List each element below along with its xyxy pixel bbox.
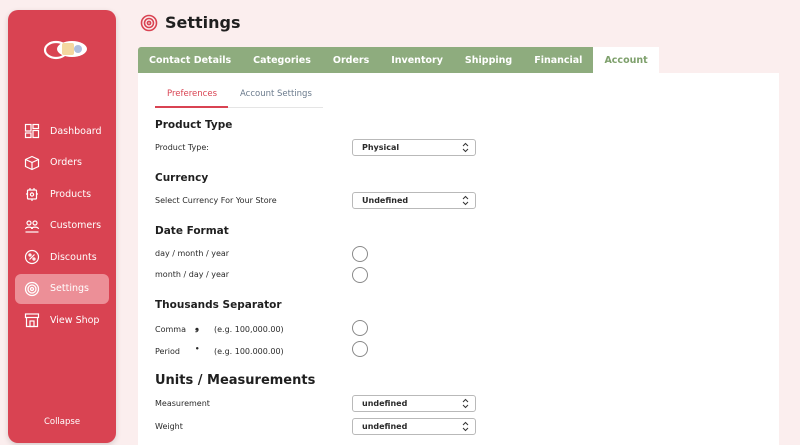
- sidebar-item-orders[interactable]: Orders: [15, 148, 109, 178]
- discount-icon: [24, 249, 40, 265]
- subtab-preferences[interactable]: Preferences: [155, 82, 228, 108]
- separator-example: (e.g. 100,000.00): [214, 325, 284, 334]
- select-value: undefined: [362, 399, 408, 408]
- collapse-button[interactable]: Collapse: [8, 417, 116, 427]
- section-title-currency: Currency: [155, 172, 209, 184]
- tab-inventory[interactable]: Inventory: [380, 47, 454, 73]
- section-title-thousands-separator: Thousands Separator: [155, 299, 282, 311]
- shop-icon: [24, 312, 40, 328]
- page-title: Settings: [140, 13, 241, 32]
- sidebar-item-settings[interactable]: Settings: [15, 273, 109, 304]
- tab-categories[interactable]: Categories: [242, 47, 322, 73]
- separator-period-radio[interactable]: [352, 341, 368, 357]
- select-value: undefined: [362, 422, 408, 431]
- date-format-option-label: day / month / year: [155, 249, 230, 258]
- section-title-product-type: Product Type: [155, 119, 233, 131]
- settings-tabs: Contact Details Categories Orders Invent…: [138, 47, 659, 73]
- chevron-up-down-icon: [462, 142, 469, 153]
- product-type-label: Product Type:: [155, 143, 209, 152]
- tab-financial[interactable]: Financial: [523, 47, 594, 73]
- brand-logo[interactable]: [42, 38, 90, 60]
- subtab-account-settings[interactable]: Account Settings: [228, 82, 323, 108]
- sidebar-item-customers[interactable]: Customers: [15, 211, 109, 241]
- subtabs: Preferences Account Settings: [155, 82, 323, 108]
- period-glyph: •: [195, 345, 200, 353]
- page-title-text: Settings: [165, 13, 241, 32]
- weight-select[interactable]: undefined: [352, 418, 476, 435]
- sidebar: Dashboard Orders Products Customers Disc…: [8, 10, 116, 443]
- chevron-up-down-icon: [462, 421, 469, 432]
- section-title-units: Units / Measurements: [155, 373, 316, 388]
- sidebar-item-label: View Shop: [50, 314, 100, 326]
- currency-label: Select Currency For Your Store: [155, 196, 277, 205]
- tab-shipping[interactable]: Shipping: [453, 47, 524, 73]
- box-icon: [24, 155, 40, 171]
- sidebar-item-label: Customers: [50, 220, 102, 231]
- currency-select[interactable]: Undefined: [352, 192, 476, 209]
- sidebar-item-label: Discounts: [50, 251, 97, 263]
- select-value: Undefined: [362, 196, 409, 205]
- select-value: Physical: [362, 143, 400, 152]
- sidebar-item-discounts[interactable]: Discounts: [15, 242, 109, 272]
- chevron-up-down-icon: [462, 195, 469, 206]
- dashboard-icon: [24, 123, 40, 139]
- date-format-option-label: month / day / year: [155, 270, 230, 279]
- settings-panel: Preferences Account Settings Product Typ…: [138, 73, 779, 445]
- comma-glyph: ❟: [195, 322, 199, 333]
- product-type-select[interactable]: Physical: [352, 139, 476, 156]
- separator-example: (e.g. 100.000.00): [214, 347, 284, 356]
- measurement-select[interactable]: undefined: [352, 395, 476, 412]
- measurement-label: Measurement: [155, 399, 210, 408]
- sidebar-item-label: Dashboard: [50, 125, 102, 137]
- weight-label: Weight: [155, 422, 183, 431]
- separator-option-label: Period: [155, 347, 180, 356]
- settings-icon: [24, 281, 40, 297]
- section-title-date-format: Date Format: [155, 225, 229, 237]
- settings-icon: [140, 14, 158, 32]
- sidebar-item-products[interactable]: Products: [15, 179, 109, 209]
- tab-contact-details[interactable]: Contact Details: [138, 47, 243, 73]
- date-format-dmy-radio[interactable]: [352, 246, 368, 262]
- customers-icon: [24, 218, 40, 234]
- tab-account[interactable]: Account: [593, 47, 659, 73]
- sidebar-item-label: Products: [50, 188, 92, 200]
- product-icon: [24, 186, 40, 202]
- tab-orders[interactable]: Orders: [321, 47, 381, 73]
- chevron-up-down-icon: [462, 398, 469, 409]
- sidebar-nav: Dashboard Orders Products Customers Disc…: [8, 116, 116, 337]
- separator-comma-radio[interactable]: [352, 320, 368, 336]
- sidebar-item-view-shop[interactable]: View Shop: [15, 305, 109, 335]
- sidebar-item-label: Orders: [50, 157, 82, 168]
- sidebar-item-dashboard[interactable]: Dashboard: [15, 116, 109, 146]
- separator-option-label: Comma: [155, 325, 186, 334]
- date-format-mdy-radio[interactable]: [352, 267, 368, 283]
- sidebar-item-label: Settings: [50, 283, 89, 294]
